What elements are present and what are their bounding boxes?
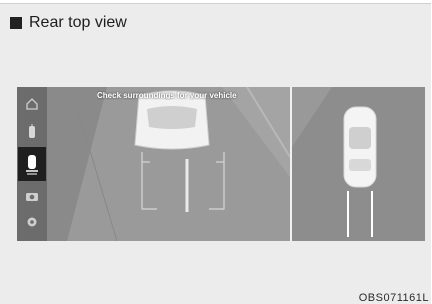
rear-camera-view: Check surroundings for your vehicle [47,87,290,241]
camera-icon[interactable] [21,185,43,207]
figure-frame: Rear top view Check surroundings for you… [0,3,431,304]
view-sidebar [17,87,47,241]
warning-message: Check surroundings for your vehicle [97,91,237,100]
bullet-square [10,17,22,29]
figure-code: OBS071161L [358,292,429,304]
home-icon[interactable] [21,93,43,115]
top-view-scene [292,87,425,241]
section-title: Rear top view [29,14,127,31]
top-view [292,87,425,241]
section-heading: Rear top view [10,14,127,32]
rear-view-scene [47,87,290,241]
camera-screen: Check surroundings for your vehicle [17,87,425,241]
parking-sensor-icon[interactable] [21,121,43,143]
settings-icon[interactable] [21,211,43,233]
rear-top-view-icon[interactable] [18,147,46,181]
